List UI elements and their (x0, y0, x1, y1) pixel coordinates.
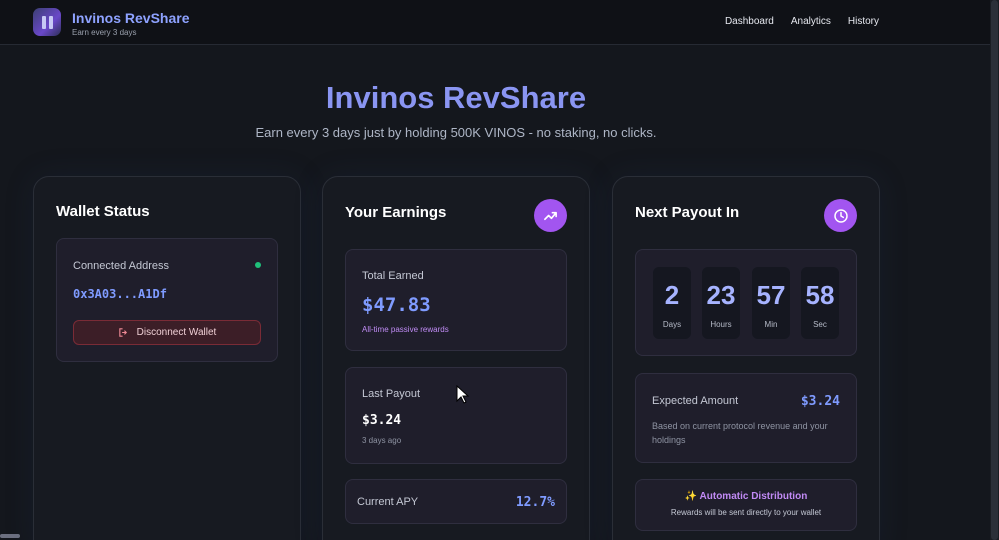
mouse-cursor-icon (456, 385, 470, 404)
vertical-scrollbar[interactable] (990, 0, 999, 540)
total-earned-note: All-time passive rewards (362, 325, 449, 334)
brand-title: Invinos RevShare (72, 10, 190, 26)
next-payout-card: Next Payout In 2 Days 23 Hours 57 Min 58… (612, 176, 880, 540)
expected-amount-note: Based on current protocol revenue and yo… (652, 421, 828, 445)
automatic-distribution-title: ✨ Automatic Distribution (684, 491, 808, 502)
total-earned-label: Total Earned (362, 270, 424, 282)
app-logo-icon[interactable] (33, 8, 61, 36)
expected-amount-panel: Expected Amount $3.24 Based on current p… (635, 373, 857, 463)
countdown-days: 2 Days (653, 267, 691, 339)
scrollbar-thumb[interactable] (991, 0, 998, 540)
connected-address-panel: Connected Address 0x3A03...A1Df Disconne… (56, 238, 278, 362)
disconnect-wallet-button[interactable]: Disconnect Wallet (73, 320, 261, 345)
nav-link-history[interactable]: History (848, 16, 879, 27)
disconnect-wallet-label: Disconnect Wallet (136, 327, 217, 338)
nav-link-analytics[interactable]: Analytics (791, 16, 831, 27)
earnings-card: Your Earnings Total Earned $47.83 All-ti… (322, 176, 590, 540)
wallet-card-title: Wallet Status (56, 203, 150, 220)
brand-subtitle: Earn every 3 days (72, 28, 137, 37)
countdown-panel: 2 Days 23 Hours 57 Min 58 Sec (635, 249, 857, 356)
wallet-address: 0x3A03...A1Df (73, 287, 167, 301)
current-apy-label: Current APY (357, 496, 419, 508)
countdown-days-label: Days (662, 320, 682, 329)
top-nav: Invinos RevShare Earn every 3 days Dashb… (0, 0, 999, 45)
expected-amount-label: Expected Amount (652, 395, 739, 407)
automatic-distribution-panel: ✨ Automatic Distribution Rewards will be… (635, 479, 857, 531)
countdown-seconds: 58 Sec (801, 267, 839, 339)
countdown-minutes-value: 57 (756, 280, 786, 310)
automatic-distribution-note: Rewards will be sent directly to your wa… (670, 508, 822, 517)
logout-icon (118, 328, 127, 337)
wallet-status-card: Wallet Status Connected Address 0x3A03..… (33, 176, 301, 540)
countdown-minutes: 57 Min (752, 267, 790, 339)
connection-status-dot (255, 262, 261, 268)
last-payout-label: Last Payout (362, 388, 421, 400)
last-payout-note: 3 days ago (362, 436, 402, 445)
total-earned-panel: Total Earned $47.83 All-time passive rew… (345, 249, 567, 351)
countdown-seconds-label: Sec (813, 320, 827, 329)
connected-address-label: Connected Address (73, 260, 170, 272)
trending-up-icon (534, 199, 567, 232)
page-subtitle: Earn every 3 days just by holding 500K V… (255, 125, 657, 140)
countdown-days-value: 2 (664, 280, 680, 310)
countdown-hours-label: Hours (710, 320, 732, 329)
countdown-minutes-label: Min (764, 320, 778, 329)
expected-amount-value: $3.24 (800, 394, 840, 409)
total-earned-value: $47.83 (362, 294, 431, 316)
clock-icon (824, 199, 857, 232)
countdown-hours-value: 23 (706, 280, 736, 310)
last-payout-value: $3.24 (362, 413, 402, 428)
page-title: Invinos RevShare (325, 80, 587, 115)
current-apy-value: 12.7% (515, 495, 555, 510)
countdown-hours: 23 Hours (702, 267, 740, 339)
payout-card-title: Next Payout In (635, 204, 740, 221)
nav-links: Dashboard Analytics History (725, 16, 879, 27)
countdown-seconds-value: 58 (805, 280, 835, 310)
nav-link-dashboard[interactable]: Dashboard (725, 16, 774, 27)
last-payout-panel: Last Payout $3.24 3 days ago (345, 367, 567, 464)
horizontal-scrollbar[interactable] (0, 534, 20, 538)
current-apy-panel: Current APY 12.7% (345, 479, 567, 524)
earnings-card-title: Your Earnings (345, 204, 447, 221)
